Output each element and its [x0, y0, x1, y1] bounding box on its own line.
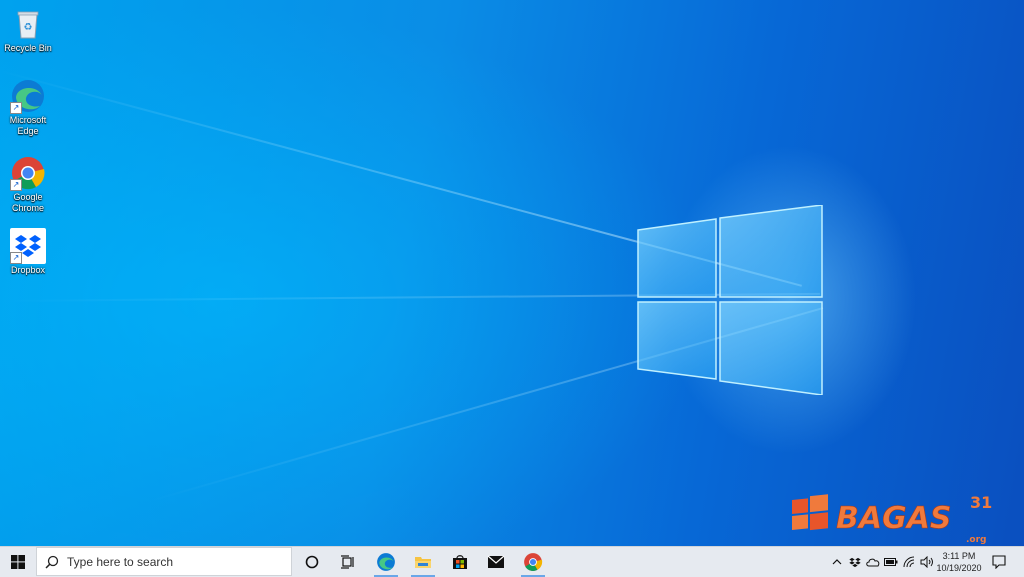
desktop-icon-label: Microsoft Edge: [9, 115, 47, 136]
windows-start-icon: [11, 555, 25, 569]
search-input[interactable]: [65, 553, 279, 570]
chrome-icon: ↗: [10, 155, 46, 191]
search-box[interactable]: [36, 547, 292, 576]
desktop-icon-label: Dropbox: [10, 265, 46, 275]
show-hidden-icons-button[interactable]: [828, 547, 846, 577]
tray-clock[interactable]: 3:11 PM 10/19/2020: [932, 550, 986, 574]
taskbar: 3:11 PM 10/19/2020: [0, 546, 1024, 577]
shortcut-arrow-icon: ↗: [10, 102, 22, 114]
folder-icon: [415, 557, 431, 568]
watermark-suffix: .org: [966, 535, 986, 545]
notification-icon: [992, 555, 1006, 569]
task-view-button[interactable]: [328, 547, 368, 577]
chrome-icon: [524, 553, 543, 571]
desktop-icon-edge[interactable]: ↗ Microsoft Edge: [4, 78, 52, 137]
desktop-icon-label: Recycle Bin: [4, 43, 52, 53]
recycle-bin-icon: ♻: [10, 6, 46, 42]
cortana-button[interactable]: [292, 547, 332, 577]
desktop-icon-dropbox[interactable]: ↗ Dropbox: [4, 228, 52, 276]
clock-date: 10/19/2020: [936, 563, 982, 573]
taskbar-edge-button[interactable]: [366, 547, 406, 577]
start-button[interactable]: [0, 547, 36, 577]
tray-network[interactable]: [900, 547, 918, 577]
svg-text:♻: ♻: [24, 22, 33, 33]
taskbar-mail-button[interactable]: [476, 547, 516, 577]
cortana-icon: [305, 555, 319, 569]
taskbar-store-button[interactable]: [440, 547, 480, 577]
search-icon: [45, 555, 59, 569]
mail-icon: [487, 555, 505, 568]
wifi-icon: [903, 556, 915, 568]
windows-logo: [637, 205, 823, 395]
action-center-button[interactable]: [988, 547, 1010, 577]
tray-onedrive[interactable]: [864, 547, 882, 577]
store-icon: [453, 555, 467, 569]
taskbar-file-explorer-button[interactable]: [403, 547, 443, 577]
taskbar-chrome-button[interactable]: [513, 547, 553, 577]
onedrive-icon: [866, 558, 880, 566]
edge-icon: ↗: [10, 78, 46, 114]
tray-battery[interactable]: [882, 547, 900, 577]
watermark-brand: BAGAS: [836, 501, 952, 536]
desktop: ♻ Recycle Bin ↗ Microsoft Edge ↗ Google …: [0, 0, 1024, 546]
desktop-icon-chrome[interactable]: ↗ Google Chrome: [4, 155, 52, 214]
bagas31-watermark: BAGAS 31 .org: [790, 488, 1000, 546]
task-view-icon: [341, 555, 354, 569]
desktop-icon-label: Google Chrome: [11, 192, 44, 213]
dropbox-icon: ↗: [10, 228, 46, 264]
chevron-up-icon: [832, 559, 842, 565]
shortcut-arrow-icon: ↗: [10, 252, 22, 264]
desktop-icon-recycle-bin[interactable]: ♻ Recycle Bin: [4, 6, 52, 54]
clock-time: 3:11 PM: [942, 551, 976, 561]
tray-dropbox[interactable]: [846, 547, 864, 577]
shortcut-arrow-icon: ↗: [10, 179, 22, 191]
battery-icon: [884, 558, 898, 566]
dropbox-icon: [849, 557, 861, 567]
watermark-number: 31: [970, 493, 992, 512]
edge-icon: [377, 553, 395, 571]
